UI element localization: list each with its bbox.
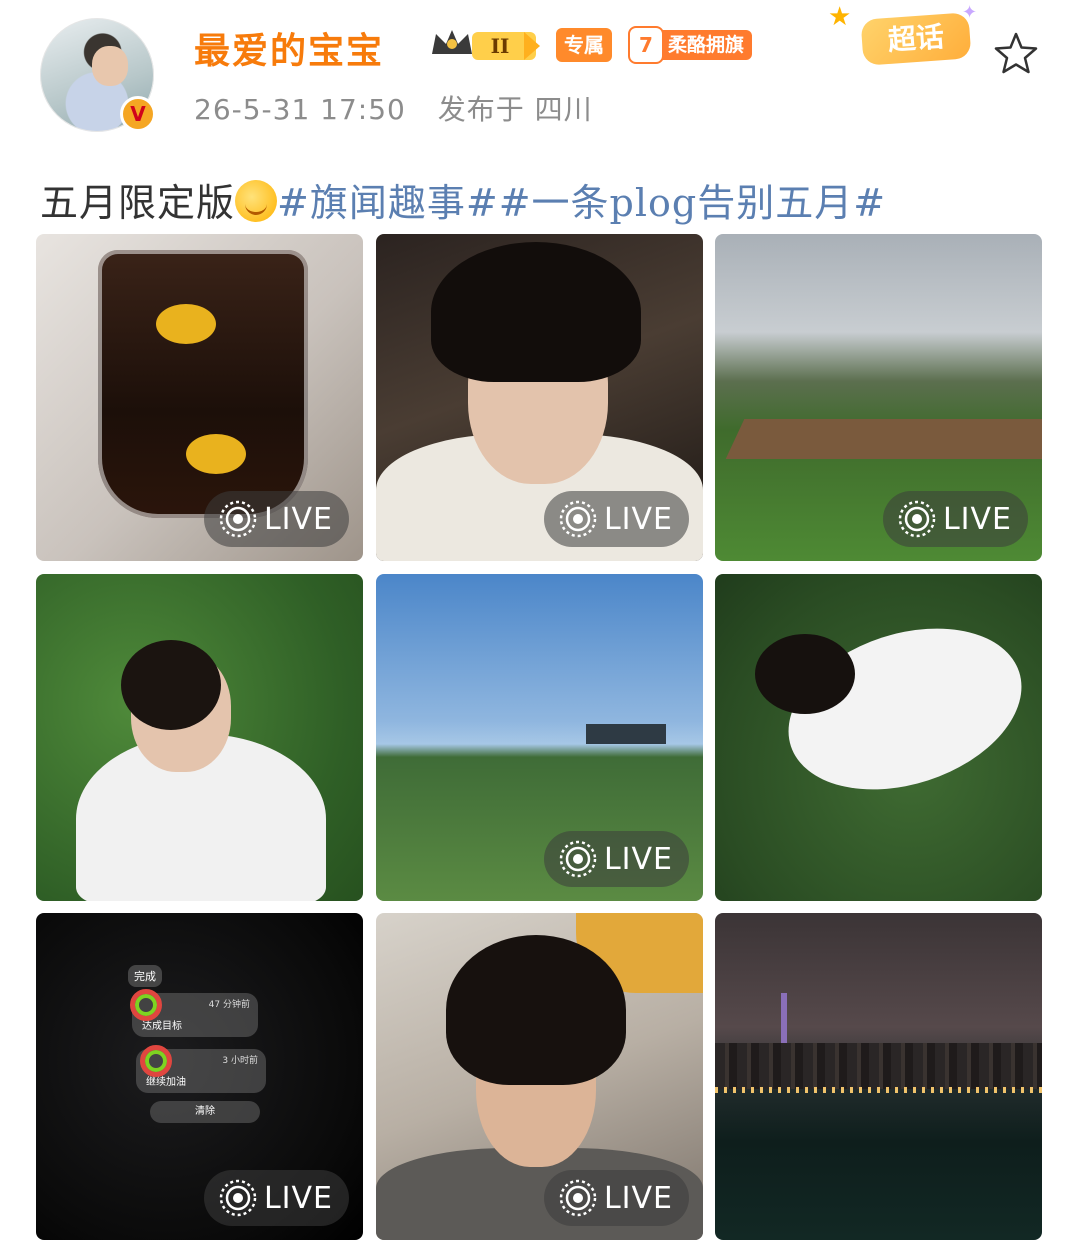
live-badge[interactable]: LIVE — [203, 1170, 349, 1226]
activity-ring-icon — [140, 1045, 172, 1077]
hair-shape — [431, 242, 641, 382]
watch-card-2-time: 3 小时前 — [222, 1056, 258, 1066]
live-label: LIVE — [603, 501, 673, 537]
smiling-face-emoji-icon — [235, 180, 278, 222]
lemon-slice — [186, 434, 246, 474]
fan-group-badge[interactable]: 柔酪拥旗 7 — [628, 26, 778, 64]
photo-9-city-night[interactable] — [715, 913, 1042, 1240]
glass-shape — [98, 250, 308, 518]
live-label: LIVE — [263, 1180, 333, 1216]
photo-6-sleeping-grass[interactable] — [715, 574, 1042, 901]
post-timestamp: 26-5-31 17:50 — [194, 93, 406, 126]
hair-shape — [446, 935, 626, 1085]
live-label: LIVE — [942, 501, 1012, 537]
post-location: 发布于 四川 — [437, 93, 593, 126]
photo-1-cola[interactable]: LIVE — [36, 234, 363, 561]
crown-level-text: II — [491, 34, 510, 58]
photo-8-portrait-hoodie[interactable]: LIVE — [376, 913, 703, 1240]
post-hashtags[interactable]: #旗闻趣事##一条plog告别五月# — [277, 181, 886, 225]
crown-level-badge-icon[interactable]: II — [428, 24, 542, 66]
verified-icon: V — [120, 96, 156, 132]
star-icon[interactable] — [992, 30, 1040, 78]
watch-card-1-time: 47 分钟前 — [208, 1000, 250, 1010]
post-header: V 最爱的宝宝 II 专属 柔酪拥旗 7 ★ ✦ 超话 26-5-31 17:5… — [0, 0, 1080, 150]
watch-done-label: 完成 — [128, 965, 162, 987]
lemon-slice — [156, 304, 216, 344]
avatar-face — [92, 46, 128, 86]
hair-shape — [121, 640, 221, 730]
live-photo-icon — [559, 1179, 597, 1217]
live-photo-icon — [219, 500, 257, 538]
post-meta: 26-5-31 17:50 发布于 四川 — [194, 88, 615, 128]
photo-5-kites-field[interactable]: LIVE — [376, 574, 703, 901]
live-label: LIVE — [603, 1180, 673, 1216]
hair-shape — [755, 634, 855, 714]
photo-3-mountain[interactable]: LIVE — [715, 234, 1042, 561]
photo-2-portrait[interactable]: LIVE — [376, 234, 703, 561]
username[interactable]: 最爱的宝宝 — [194, 22, 384, 74]
city-lights-shape — [715, 1087, 1042, 1093]
skyline-shape — [715, 1043, 1042, 1089]
live-badge[interactable]: LIVE — [543, 831, 689, 887]
star-sparkle-icon: ★ — [828, 2, 852, 32]
post-text-body: 五月限定版 — [40, 181, 236, 225]
live-label: LIVE — [263, 501, 333, 537]
photo-7-watch-notifications[interactable]: 完成 47 分钟前 达成目标 3 小时前 继续加油 清除 LIVE — [36, 913, 363, 1240]
live-photo-icon — [559, 500, 597, 538]
live-label: LIVE — [603, 841, 673, 877]
post-text: 五月限定版 #旗闻趣事##一条plog告别五月# — [40, 172, 886, 227]
wooden-deck-shape — [725, 419, 1042, 459]
live-badge[interactable]: LIVE — [543, 491, 689, 547]
live-badge[interactable]: LIVE — [203, 491, 349, 547]
live-badge[interactable]: LIVE — [543, 1170, 689, 1226]
supertopic-badge[interactable]: ★ ✦ 超话 — [826, 2, 988, 72]
watch-clear-button: 清除 — [150, 1101, 260, 1123]
live-badge[interactable]: LIVE — [882, 491, 1028, 547]
activity-ring-icon — [130, 989, 162, 1021]
fan-group-name: 柔酪拥旗 — [658, 30, 753, 60]
photo-4-lying-on-grass[interactable] — [36, 574, 363, 901]
live-photo-icon — [219, 1179, 257, 1217]
buildings-shape — [586, 724, 666, 744]
live-photo-icon — [898, 500, 936, 538]
live-photo-icon — [559, 840, 597, 878]
supertopic-label: 超话 — [860, 12, 972, 66]
fan-level: 7 — [628, 26, 664, 64]
exclusive-badge[interactable]: 专属 — [556, 28, 612, 62]
photo-grid: LIVE LIVE LIVE LIVE 完成 47 分钟前 达成目标 3 小时前… — [36, 234, 1042, 1240]
